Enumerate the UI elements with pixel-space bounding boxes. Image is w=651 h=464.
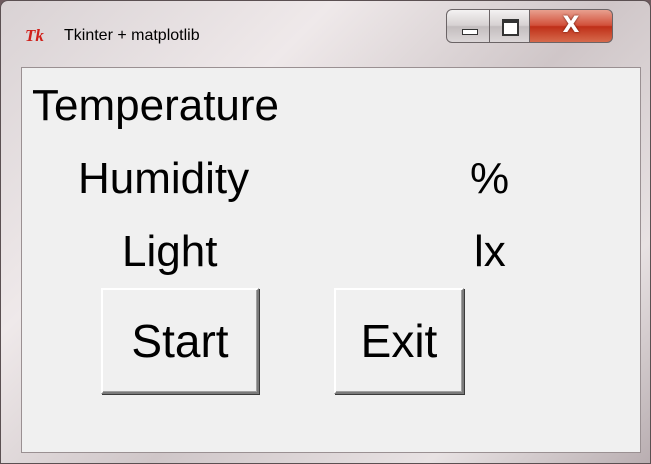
- tk-feather-icon: Tk: [25, 26, 44, 45]
- exit-button[interactable]: Exit: [334, 288, 464, 394]
- minimize-button[interactable]: [446, 9, 490, 43]
- maximize-icon: [502, 19, 519, 36]
- close-icon: X: [562, 13, 580, 38]
- start-button[interactable]: Start: [101, 288, 259, 394]
- light-unit: lx: [474, 227, 506, 276]
- window-title: Tkinter + matplotlib: [64, 27, 200, 44]
- title-bar[interactable]: Tk Tkinter + matplotlib X: [1, 1, 650, 59]
- humidity-unit: %: [470, 154, 510, 203]
- close-button[interactable]: X: [530, 9, 613, 43]
- temperature-label: Temperature: [32, 81, 280, 130]
- minimize-icon: [462, 29, 478, 35]
- light-label: Light: [122, 227, 218, 276]
- humidity-label: Humidity: [78, 154, 250, 203]
- app-window: Tk Tkinter + matplotlib X Temperature Hu…: [0, 0, 651, 464]
- client-area: Temperature Humidity % Light lx Start Ex…: [21, 67, 641, 453]
- maximize-button[interactable]: [490, 9, 530, 43]
- caption-buttons: X: [446, 9, 613, 45]
